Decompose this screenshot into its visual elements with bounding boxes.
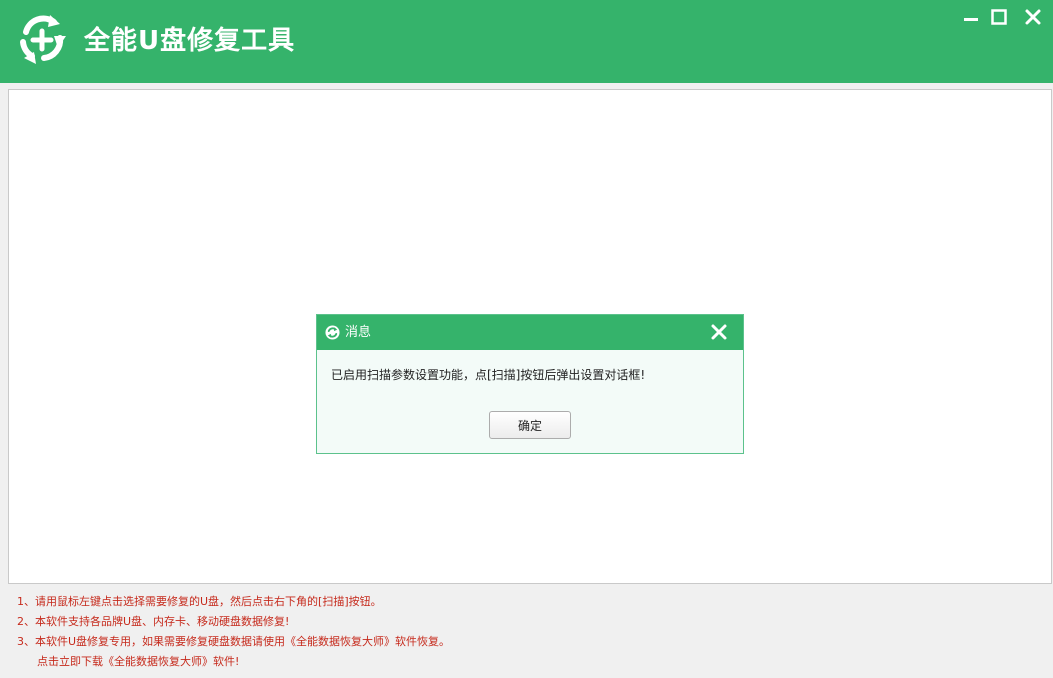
dialog-message: 已启用扫描参数设置功能，点[扫描]按钮后弹出设置对话框! — [331, 368, 646, 382]
app-title: 全能U盘修复工具 — [84, 26, 296, 56]
instruction-3: 3、本软件U盘修复专用，如果需要修复硬盘数据请使用《全能数据恢复大师》软件恢复。 — [17, 635, 451, 648]
dialog-close-button[interactable] — [709, 322, 729, 342]
dialog-title: 消息 — [345, 325, 372, 340]
instruction-1: 1、请用鼠标左键点击选择需要修复的U盘，然后点击右下角的[扫描]按钮。 — [17, 595, 382, 608]
download-link[interactable]: 点击立即下载《全能数据恢复大师》软件! — [17, 652, 1037, 672]
refresh-icon — [325, 325, 340, 340]
minimize-button[interactable] — [960, 6, 982, 28]
close-icon — [711, 324, 727, 340]
app-logo-icon — [20, 15, 66, 64]
dialog-header: 消息 — [317, 315, 743, 350]
ok-button[interactable]: 确定 — [489, 411, 571, 439]
maximize-button[interactable] — [988, 6, 1010, 28]
instruction-2: 2、本软件支持各品牌U盘、内存卡、移动硬盘数据修复! — [17, 615, 290, 628]
message-dialog: 消息 已启用扫描参数设置功能，点[扫描]按钮后弹出设置对话框! 确定 — [316, 314, 744, 454]
maximize-icon — [991, 9, 1007, 25]
title-bar: 全能U盘修复工具 — [0, 0, 1053, 83]
close-button[interactable] — [1022, 6, 1044, 28]
instructions-panel: 1、请用鼠标左键点击选择需要修复的U盘，然后点击右下角的[扫描]按钮。 2、本软… — [17, 592, 1037, 672]
minimize-icon — [964, 18, 978, 21]
close-icon — [1025, 9, 1041, 25]
